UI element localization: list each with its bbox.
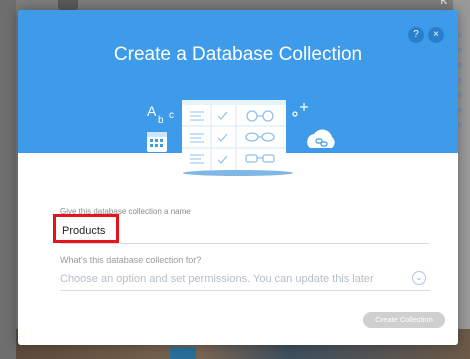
- dialog-title: Create a Database Collection: [113, 44, 363, 65]
- background-topright-text: K: [440, 0, 448, 8]
- sparkle-icon: [292, 103, 308, 117]
- help-icon: ?: [413, 29, 419, 40]
- letter-a: A: [147, 103, 157, 119]
- letter-c: c: [169, 110, 174, 121]
- create-collection-button[interactable]: Create Collection: [363, 312, 445, 328]
- background-bottom-chip: [170, 347, 196, 359]
- table-illustration: [182, 100, 286, 170]
- create-collection-dialog: Create a Database Collection ? × A b c G…: [18, 10, 458, 345]
- collection-purpose-label: What's this database collection for?: [60, 255, 202, 265]
- database-illustration: A b c: [147, 100, 335, 176]
- close-button[interactable]: ×: [428, 27, 444, 43]
- annotation-highlight-box: [53, 214, 119, 243]
- collection-purpose-dropdown[interactable]: Choose an option and set permissions. Yo…: [60, 269, 430, 291]
- background-left-strip: [0, 0, 16, 359]
- chevron-down-icon[interactable]: ⌄: [412, 271, 426, 285]
- background-toolbar-icon: [58, 0, 78, 10]
- cloud-link-icon: [307, 129, 335, 148]
- help-button[interactable]: ?: [408, 27, 424, 43]
- purpose-placeholder: Choose an option and set permissions. Yo…: [60, 273, 374, 285]
- calendar-icon: [147, 132, 167, 152]
- letter-b: b: [158, 115, 164, 126]
- close-icon: ×: [433, 29, 439, 40]
